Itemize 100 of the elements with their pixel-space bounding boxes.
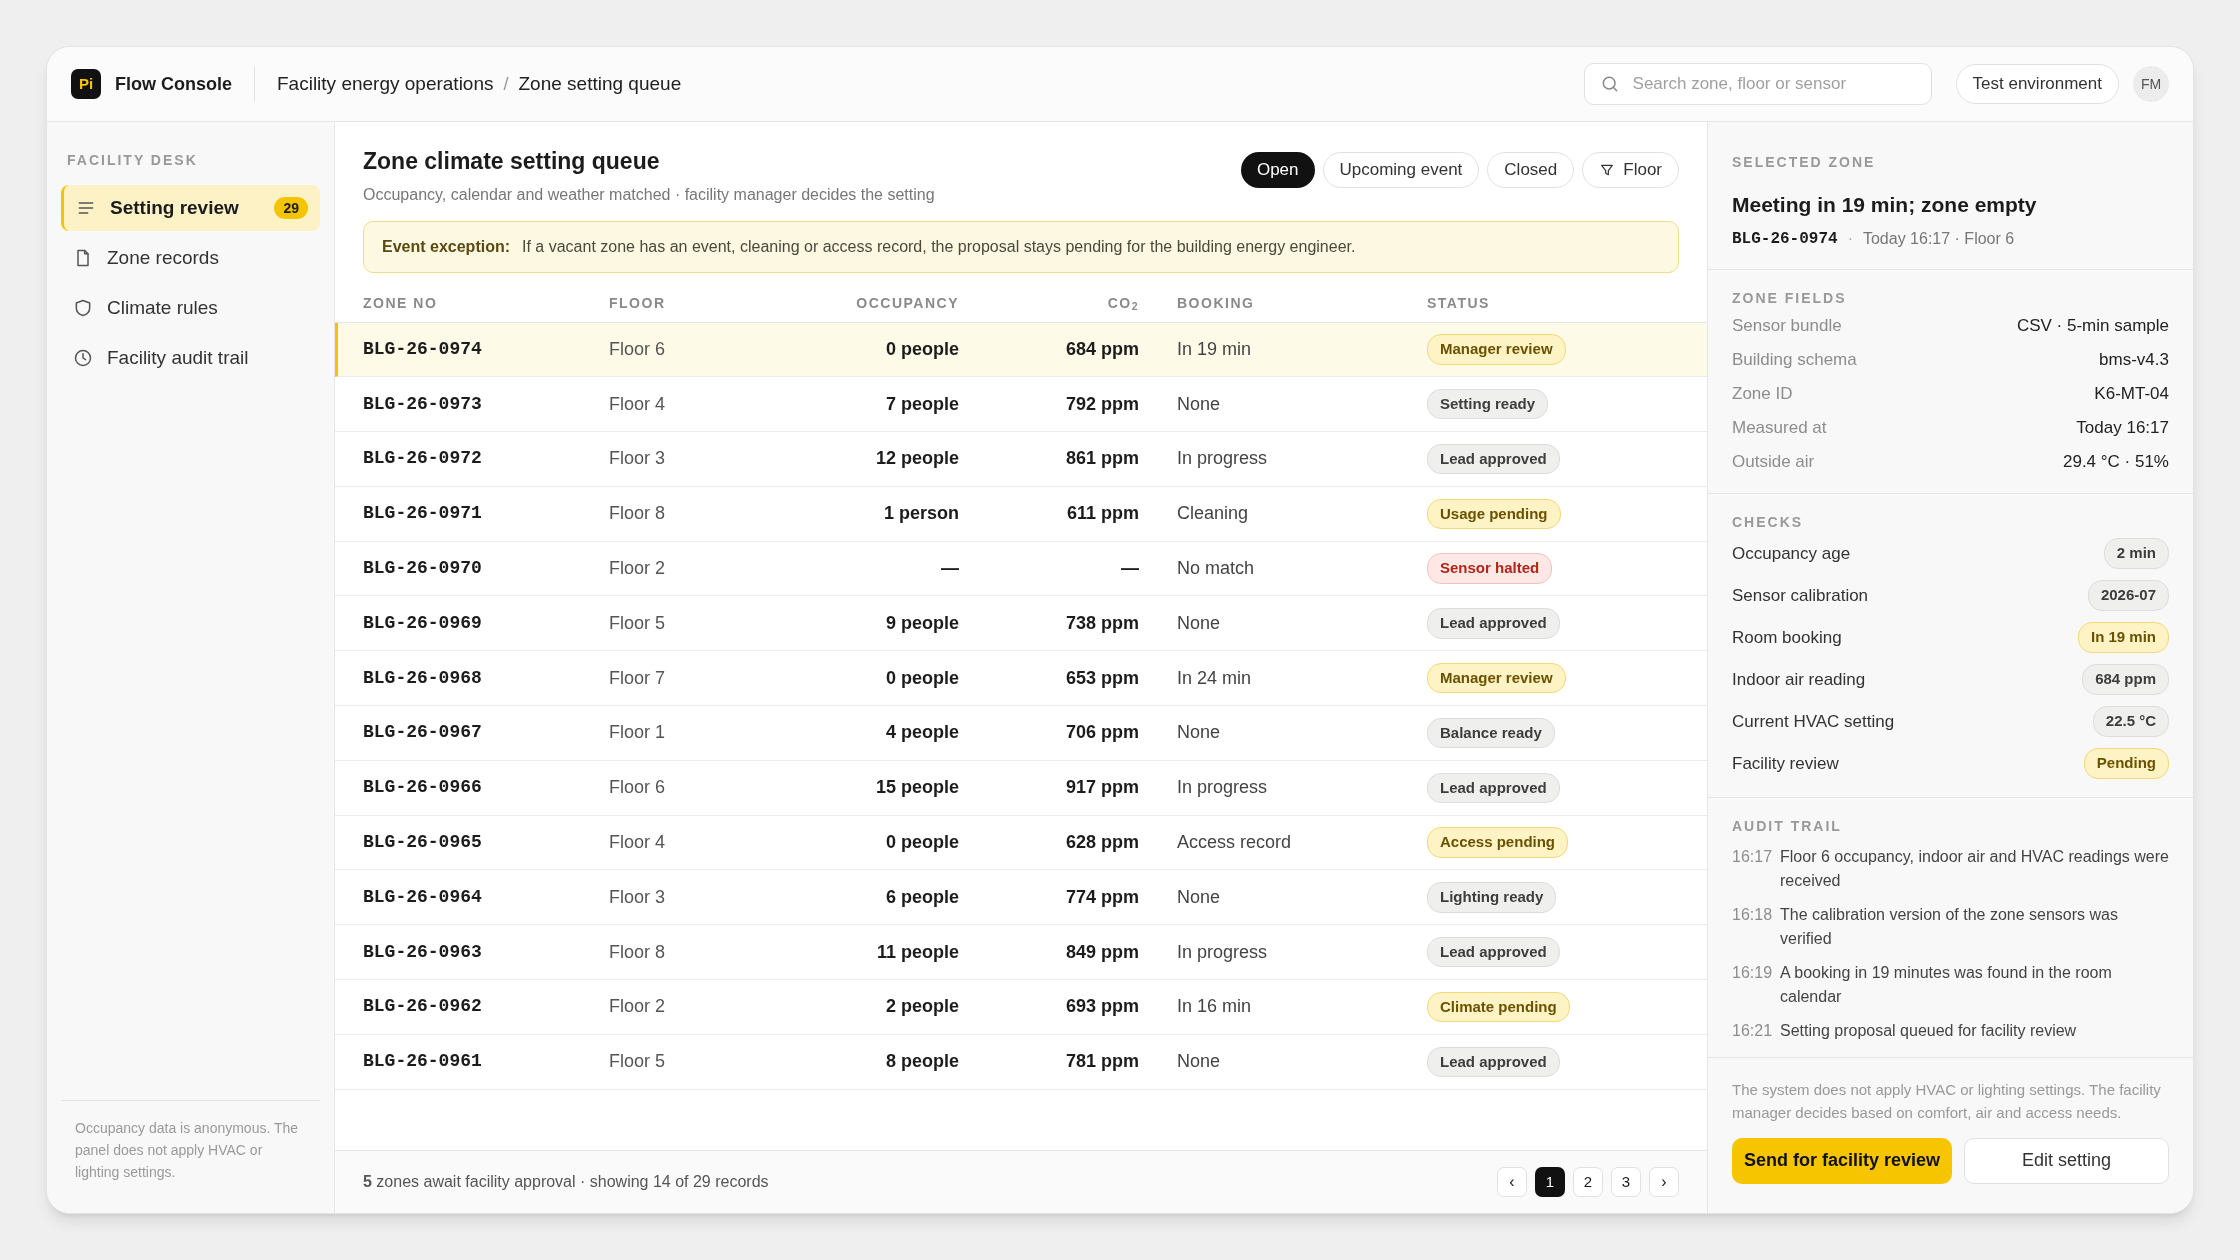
page-button[interactable]: 1 <box>1535 1167 1565 1197</box>
filter-chip[interactable]: Floor <box>1582 152 1679 188</box>
table-cell-text: Floor 3 <box>609 447 667 471</box>
table-cell-text: Floor 4 <box>609 831 667 855</box>
audit-text: A booking in 19 minutes was found in the room calendar <box>1780 962 2113 1007</box>
table-cell-text: Floor 6 <box>609 776 667 800</box>
column-header: ZONE NO <box>363 293 439 313</box>
field-value: Today 16:17 <box>2076 416 2169 439</box>
send-for-review-button[interactable]: Send for facility review <box>1732 1137 1953 1184</box>
check-badge: 684 ppm <box>2082 664 2169 695</box>
next-page-button[interactable]: › <box>1649 1167 1679 1197</box>
check-label: Indoor air reading <box>1732 668 1866 691</box>
table-cell-text: — <box>1120 557 1139 581</box>
table-cell-text: Floor 2 <box>609 557 667 581</box>
table-cell-text: Floor 4 <box>609 392 667 416</box>
environment-button[interactable]: Test environment <box>1955 64 2119 104</box>
edit-setting-button[interactable]: Edit setting <box>1964 1137 2169 1184</box>
table-cell-text: 0 people <box>884 666 959 690</box>
status-badge: Usage pending <box>1427 498 1561 530</box>
check-badge: Pending <box>2083 748 2169 779</box>
table-cell-text: BLG-26-0964 <box>363 885 483 909</box>
table-cell-text: 628 ppm <box>1064 831 1139 855</box>
status-badge: Manager review <box>1427 662 1566 694</box>
section-heading: FACILITY DESK <box>66 151 199 170</box>
status-badge: Setting ready <box>1427 388 1549 420</box>
table-cell-text: 4 people <box>884 721 959 745</box>
breadcrumb-item[interactable]: Facility energy operations <box>277 69 494 99</box>
filter-chip[interactable]: Closed <box>1487 152 1575 188</box>
table-cell-text: Floor 8 <box>609 502 667 526</box>
filter-chip[interactable]: Open <box>1240 152 1315 188</box>
table-cell-text: 861 ppm <box>1064 447 1139 471</box>
table-cell-text: None <box>1176 611 1222 635</box>
table-cell-text: 0 people <box>884 831 959 855</box>
status-badge: Lighting ready <box>1427 882 1557 913</box>
page-button[interactable]: 2 <box>1573 1167 1603 1197</box>
table-cell-text: No match <box>1176 557 1256 581</box>
status-badge: Balance ready <box>1427 717 1555 749</box>
table-cell-text: 774 ppm <box>1064 885 1139 909</box>
table-cell-text: BLG-26-0973 <box>363 392 483 416</box>
field-value: bms-v4.3 <box>2099 348 2169 371</box>
table-cell-text: — <box>940 557 959 581</box>
status-badge: Lead approved <box>1427 772 1560 803</box>
column-header: FLOOR <box>609 293 667 313</box>
status-badge: Lead approved <box>1427 936 1560 968</box>
check-label: Sensor calibration <box>1732 584 1869 607</box>
table-cell-text: 684 ppm <box>1064 337 1139 361</box>
table-cell-text: In 19 min <box>1176 337 1253 361</box>
check-label: Room booking <box>1732 626 1842 649</box>
search-field[interactable]: Search zone, floor or sensor <box>1583 63 1932 105</box>
table-cell-text: Floor 8 <box>609 940 667 964</box>
page-button[interactable]: 3 <box>1611 1167 1641 1197</box>
user-avatar[interactable]: FM <box>2133 66 2169 102</box>
table-cell-text: BLG-26-0971 <box>363 502 483 526</box>
check-label: Occupancy age <box>1732 542 1851 565</box>
table-cell-text: 653 ppm <box>1064 666 1139 690</box>
table-cell-text: 781 ppm <box>1064 1050 1139 1074</box>
table-cell-text: BLG-26-0967 <box>363 721 483 745</box>
breadcrumb-item[interactable]: Zone setting queue <box>518 69 682 99</box>
table-row[interactable]: BLG-26-0974 Floor 6 0 people 684 ppm In 19 min Manager review <box>335 322 1707 378</box>
sidebar-item[interactable]: Zone records <box>61 235 320 281</box>
filter-chip[interactable]: Upcoming event <box>1322 152 1480 188</box>
sidebar-item[interactable]: Setting review 29 <box>61 185 320 231</box>
table-cell-text: BLG-26-0963 <box>363 940 483 964</box>
table-cell-text: BLG-26-0968 <box>363 666 483 690</box>
field-label: Outside air <box>1732 450 1815 473</box>
notice-label: Event exception: <box>382 236 511 257</box>
page-title: Zone climate setting queue <box>363 147 661 176</box>
table-cell-text: In 24 min <box>1176 666 1253 690</box>
shield-icon <box>73 298 93 318</box>
sidebar-item[interactable]: Climate rules <box>61 285 320 331</box>
table-cell-text: Floor 1 <box>609 721 667 745</box>
zone-meta: Today 16:17 · Floor 6 <box>1862 228 2015 249</box>
table-cell-text: None <box>1176 1050 1222 1074</box>
table-cell-text: 7 people <box>884 392 959 416</box>
check-badge: 2 min <box>2103 538 2169 569</box>
table-cell-text: 611 ppm <box>1065 502 1139 526</box>
funnel-icon <box>1599 162 1616 178</box>
table-cell-text: 9 people <box>884 611 959 635</box>
audit-text: Floor 6 occupancy, indoor air and HVAC readings were received <box>1780 846 2169 891</box>
table-cell-text: Floor 5 <box>609 611 667 635</box>
section-heading: CHECKS <box>1732 512 1805 532</box>
table-cell-text: 11 people <box>875 940 959 964</box>
table-cell-text: 2 people <box>884 995 959 1019</box>
table-cell-text: 12 people <box>874 447 959 471</box>
disclaimer-text: The system does not apply HVAC or lighting settings. The facility manager decides based on comfort, air and access needs. <box>1732 1079 2162 1123</box>
status-badge: Lead approved <box>1427 608 1560 639</box>
table-cell-text: BLG-26-0969 <box>363 611 483 635</box>
table-cell-text: 849 ppm <box>1064 940 1139 964</box>
previous-page-button[interactable]: ‹ <box>1497 1167 1527 1197</box>
sidebar-note: Occupancy data is anonymous. The panel does not apply HVAC or lighting settings. <box>74 1119 300 1182</box>
section-heading: ZONE FIELDS <box>1732 288 1848 308</box>
breadcrumb-separator: / <box>503 72 509 96</box>
field-value: K6-MT-04 <box>2094 382 2169 405</box>
table-cell-text: None <box>1176 721 1222 745</box>
audit-text: Setting proposal queued for facility review <box>1780 1020 2077 1041</box>
table-cell-text: Floor 7 <box>609 666 667 690</box>
status-badge: Sensor halted <box>1427 553 1553 584</box>
field-value: CSV · 5-min sample <box>2016 314 2169 337</box>
sidebar-item[interactable]: Facility audit trail <box>61 335 320 381</box>
notice-text: If a vacant zone has an event, cleaning or access record, the proposal stays pending for the building energy engineer. <box>522 236 1356 257</box>
